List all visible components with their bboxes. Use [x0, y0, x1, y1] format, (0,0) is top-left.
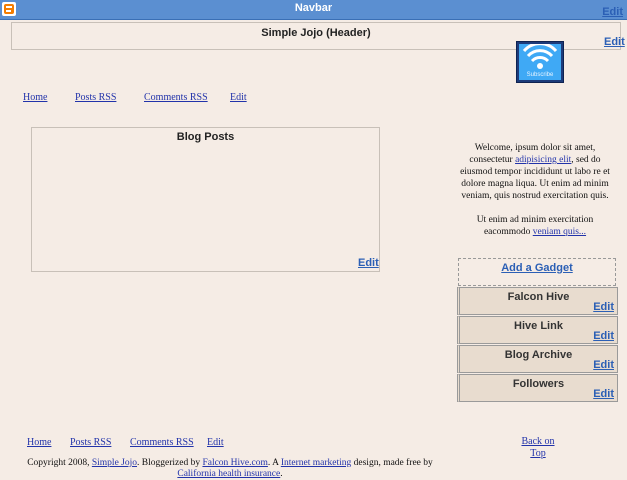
adipisicing-link[interactable]: adipisicing elit	[515, 155, 571, 165]
header-edit-link[interactable]: Edit	[604, 36, 625, 48]
welcome-text: Welcome, ipsum dolor sit amet, consectet…	[456, 142, 614, 238]
footer-home-link[interactable]: Home	[27, 437, 51, 448]
nav-home-link[interactable]: Home	[23, 92, 47, 103]
navbar: Navbar Edit	[0, 0, 627, 19]
header-title: Simple Jojo (Header)	[261, 27, 371, 39]
nav-posts-rss-link[interactable]: Posts RSS	[75, 92, 116, 103]
add-gadget-link[interactable]: Add a Gadget	[459, 262, 615, 274]
blog-posts-title: Blog Posts	[176, 131, 235, 143]
gadget-edit-link[interactable]: Edit	[593, 359, 614, 371]
blog-posts-box: Blog Posts	[31, 127, 380, 272]
simple-jojo-link[interactable]: Simple Jojo	[92, 458, 137, 468]
footer-comments-rss-link[interactable]: Comments RSS	[130, 437, 194, 448]
gadget-edit-link[interactable]: Edit	[593, 301, 614, 313]
add-gadget-box[interactable]: Add a Gadget	[458, 258, 616, 286]
footer-edit-link[interactable]: Edit	[207, 437, 224, 448]
gadget-falcon-hive: Falcon Hive Edit	[457, 287, 618, 315]
gadget-hive-link: Hive Link Edit	[457, 316, 618, 344]
nav-comments-rss-link[interactable]: Comments RSS	[144, 92, 208, 103]
nav-edit-link[interactable]: Edit	[230, 92, 247, 103]
footer-posts-rss-link[interactable]: Posts RSS	[70, 437, 111, 448]
internet-marketing-link[interactable]: Internet marketing	[281, 458, 351, 468]
california-health-insurance-link[interactable]: California health insurance	[177, 469, 280, 479]
navbar-divider	[0, 19, 627, 20]
welcome-paragraph-2: Ut enim ad minim exercitation eacommodo …	[476, 215, 594, 237]
gadget-edit-link[interactable]: Edit	[593, 330, 614, 342]
veniam-quis-link[interactable]: veniam quis...	[533, 227, 586, 237]
gadget-blog-archive: Blog Archive Edit	[457, 345, 618, 373]
navbar-edit-link[interactable]: Edit	[602, 6, 623, 18]
copyright-text: Copyright 2008, Simple Jojo. Bloggerized…	[27, 458, 433, 479]
back-to-top-link[interactable]: Back on Top	[520, 436, 556, 460]
subscribe-label: Subscribe	[526, 72, 554, 78]
gadget-edit-link[interactable]: Edit	[593, 388, 614, 400]
navbar-title: Navbar	[294, 2, 333, 14]
welcome-paragraph-1: Welcome, ipsum dolor sit amet, consectet…	[460, 143, 610, 201]
subscribe-rss-icon[interactable]: Subscribe	[516, 41, 564, 83]
blog-posts-edit-link[interactable]: Edit	[358, 257, 379, 269]
gadget-followers: Followers Edit	[457, 374, 618, 402]
falcon-hive-link[interactable]: Falcon Hive.com	[202, 458, 267, 468]
